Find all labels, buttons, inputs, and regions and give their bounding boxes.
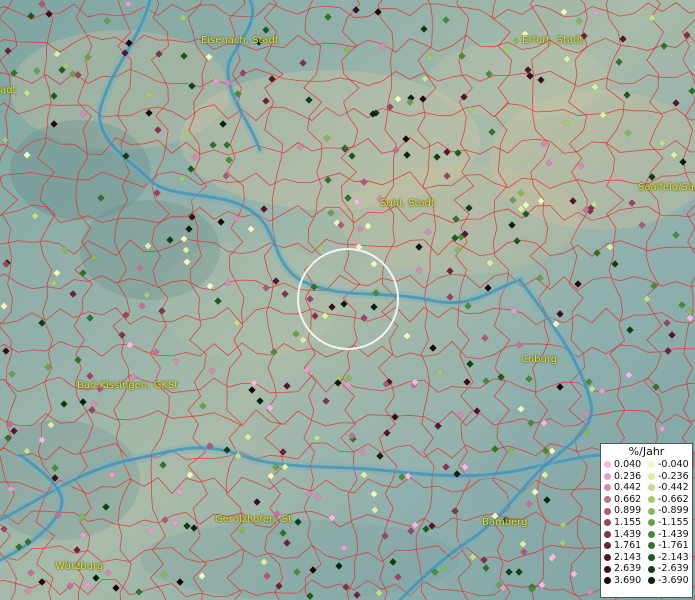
legend-label: -0.442 (658, 482, 689, 494)
legend-label: -1.155 (658, 516, 689, 528)
legend-entry: 2.143 (604, 552, 648, 564)
city-label-wuerzburg: Würzburg (55, 561, 104, 572)
legend-entry: -1.761 (648, 540, 692, 552)
legend-swatch (648, 472, 655, 480)
legend-label: 0.236 (614, 470, 642, 482)
city-label-bad-kissingen: Bad Kissingen, GKSt (77, 380, 179, 391)
legend-entry: -0.236 (648, 471, 692, 483)
city-label-eisenach: Eisenach, Stadt (201, 35, 279, 46)
legend-swatch (648, 461, 655, 469)
legend-swatch (604, 484, 611, 492)
legend-entry: 0.442 (604, 482, 648, 494)
legend-label: 0.040 (614, 459, 642, 470)
legend-label: 2.639 (614, 563, 642, 575)
legend-entry: 0.236 (604, 471, 648, 483)
legend-entry: -0.662 (648, 494, 692, 506)
city-label-edge: adt (0, 85, 17, 96)
legend-label: -0.236 (658, 470, 689, 482)
legend-label: -2.639 (658, 563, 689, 575)
legend-swatch (648, 577, 655, 585)
city-label-bamberg: Bamberg (482, 517, 528, 528)
legend-label: -1.761 (658, 540, 689, 552)
legend-entry: 0.040 (604, 459, 648, 471)
legend-swatch (648, 565, 655, 573)
legend-label: -2.143 (658, 551, 689, 563)
legend-negative-column: -0.040 -0.236 -0.442 -0.662 -0.899 -1.155 -1.4… (648, 459, 692, 587)
legend-swatch (604, 542, 611, 550)
legend-label: 1.761 (614, 540, 642, 552)
legend-swatch (604, 554, 611, 562)
city-label-saalfeld: Saalfeld/Sa (638, 182, 695, 193)
city-label-gerolzhofen: Gerolzhofen, St (215, 514, 293, 525)
legend-entry: -0.899 (648, 505, 692, 517)
legend-entry: 0.899 (604, 505, 648, 517)
legend-label: 3.690 (614, 574, 642, 586)
legend-swatch (604, 530, 611, 538)
legend-label: -3.690 (658, 574, 689, 586)
legend-swatch (604, 577, 611, 585)
legend-positive-column: 0.040 0.236 0.442 0.662 0.899 1.155 1.439 1.761… (604, 459, 648, 587)
legend-entry: -1.155 (648, 517, 692, 529)
legend-title: %/Jahr (628, 445, 665, 458)
legend-entry: 1.439 (604, 529, 648, 541)
selection-layer (297, 248, 399, 350)
legend-entry: 1.761 (604, 540, 648, 552)
legend-label: -0.899 (658, 505, 689, 517)
legend-swatch (604, 519, 611, 527)
legend-label: 0.442 (614, 482, 642, 494)
legend-label: -0.662 (658, 493, 689, 505)
legend-swatch (648, 542, 655, 550)
legend-entry: 1.155 (604, 517, 648, 529)
legend-label: -1.439 (658, 528, 689, 540)
legend-entry: -0.040 (648, 459, 692, 471)
legend-swatch (604, 461, 611, 469)
legend-swatch (648, 519, 655, 527)
legend-swatch (604, 507, 611, 515)
map-canvas[interactable]: Eisenach, Stadt Erfurt, Stadt Suhl, Stad… (0, 0, 695, 600)
legend-entry: -3.690 (648, 575, 692, 587)
legend-swatch (648, 484, 655, 492)
legend-entry: -2.639 (648, 563, 692, 575)
city-label-coburg: Coburg (521, 354, 558, 365)
legend-label: 0.662 (614, 493, 642, 505)
legend-label: 1.439 (614, 528, 642, 540)
legend-swatch (648, 530, 655, 538)
selection-circle[interactable] (297, 248, 399, 350)
legend-entry: 3.690 (604, 575, 648, 587)
legend-swatch (604, 565, 611, 573)
legend-label: -0.040 (658, 459, 689, 470)
legend-entry: -0.442 (648, 482, 692, 494)
city-label-suhl: Suhl, Stadt (380, 198, 435, 209)
legend-entry: -2.143 (648, 552, 692, 564)
legend-label: 1.155 (614, 516, 642, 528)
legend-entry: 2.639 (604, 563, 648, 575)
legend-swatch (648, 554, 655, 562)
legend: %/Jahr 0.040 0.236 0.442 0.662 0.899 1.155 1.4… (600, 443, 693, 598)
legend-swatch (648, 496, 655, 504)
legend-swatch (604, 496, 611, 504)
city-label-erfurt: Erfurt, Stadt (522, 35, 584, 46)
legend-swatch (604, 472, 611, 480)
legend-label: 2.143 (614, 551, 642, 563)
legend-swatch (648, 507, 655, 515)
legend-label: 0.899 (614, 505, 642, 517)
legend-entry: -1.439 (648, 529, 692, 541)
legend-entry: 0.662 (604, 494, 648, 506)
